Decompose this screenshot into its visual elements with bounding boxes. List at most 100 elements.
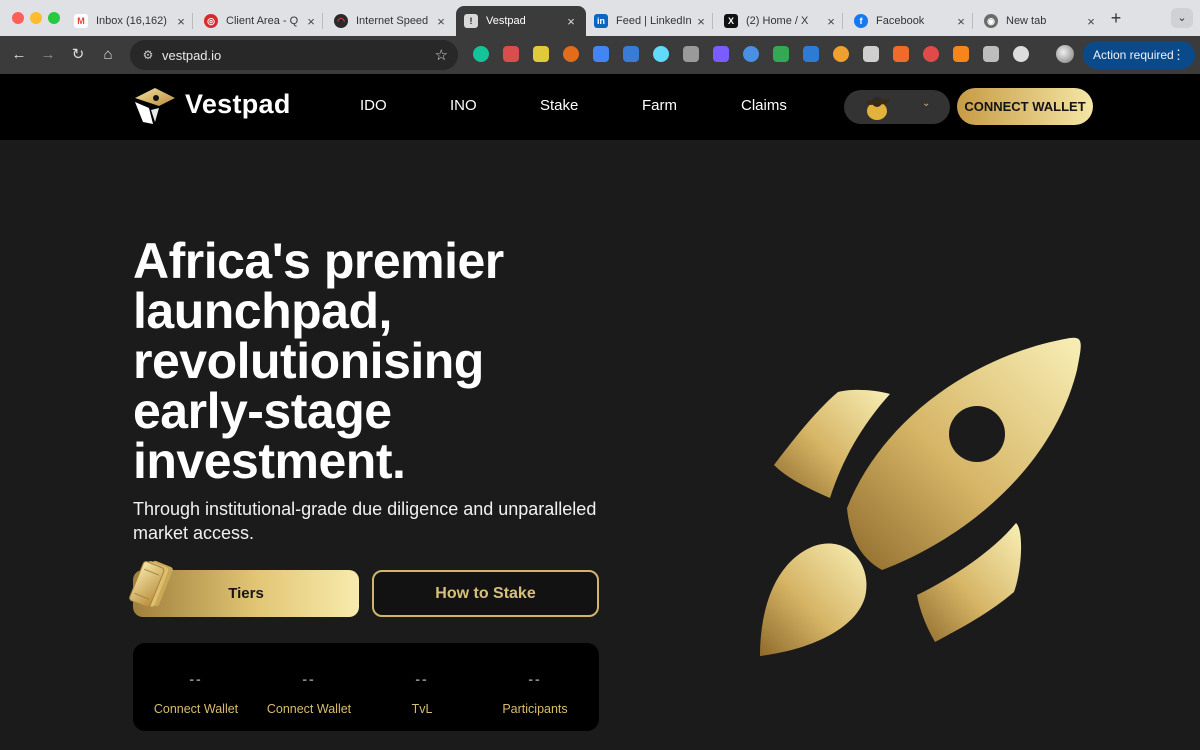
tab-separator — [192, 13, 193, 29]
bug-extension-icon[interactable] — [683, 46, 699, 62]
tab-title: Inbox (16,162) — [96, 15, 167, 27]
stat-label[interactable]: Connect Wallet — [138, 702, 254, 716]
connect-wallet-button[interactable]: CONNECT WALLET — [957, 88, 1093, 125]
forward-arrow-icon[interactable]: → — [37, 44, 59, 66]
person-extension-icon[interactable] — [863, 46, 879, 62]
arrow-extension-icon[interactable] — [893, 46, 909, 62]
nav-ido[interactable]: IDO — [360, 97, 387, 114]
rocket-illustration-icon — [760, 337, 1081, 656]
tab-title: Client Area - Q — [226, 15, 299, 27]
feather-extension-icon[interactable] — [623, 46, 639, 62]
bookmark-star-icon[interactable]: ☆ — [435, 46, 448, 64]
brand-name[interactable]: Vestpad — [185, 89, 291, 120]
x-icon: X — [724, 14, 738, 28]
nav-ino[interactable]: INO — [450, 97, 477, 114]
tab-title: Vestpad — [486, 15, 526, 27]
tab-close-icon[interactable]: × — [954, 14, 968, 29]
hero-title: Africa's premier launchpad, revolutionis… — [133, 236, 653, 486]
metamask-extension-icon[interactable] — [953, 46, 969, 62]
docs-extension-icon[interactable] — [743, 46, 759, 62]
browser-tab-facebook[interactable]: f Facebook × — [846, 6, 976, 36]
tab-title: New tab — [1006, 15, 1047, 27]
action-required-button[interactable]: Action required ⋮ — [1083, 41, 1195, 69]
tab-separator — [972, 13, 973, 29]
back-arrow-icon[interactable]: ← — [8, 44, 30, 66]
tab-search-chevron-icon[interactable]: ⌄ — [1171, 8, 1193, 28]
browser-toolbar: ← → ↻ ⌂ ⚙ vestpad.io ☆ Action required ⋮ — [0, 36, 1200, 74]
window-zoom-button[interactable] — [48, 12, 60, 24]
vestpad-logo-icon[interactable] — [133, 86, 177, 126]
browser-tab-client-area[interactable]: ◎ Client Area - Q × — [196, 6, 326, 36]
stat-label: TvL — [411, 702, 433, 716]
client-area-icon: ◎ — [204, 14, 218, 28]
tab-close-icon[interactable]: × — [564, 14, 578, 29]
browser-tab-speedtest[interactable]: ◠ Internet Speed × — [326, 6, 456, 36]
facebook-icon: f — [854, 14, 868, 28]
brain-extension-icon[interactable] — [713, 46, 729, 62]
browser-tab-new-tab[interactable]: ◉ New tab × — [976, 6, 1106, 36]
puzzle-extension-icon[interactable] — [1013, 46, 1029, 62]
reload-icon[interactable]: ↻ — [67, 44, 89, 66]
hero-title-line: launchpad, — [133, 283, 392, 339]
tab-close-icon[interactable]: × — [304, 14, 318, 29]
hero-title-line: revolutionising — [133, 333, 484, 389]
stat-item: -- Participants — [477, 643, 593, 731]
record-extension-icon[interactable] — [983, 46, 999, 62]
stat-label: Participants — [502, 702, 568, 716]
stat-value: -- — [415, 671, 429, 687]
browser-tab-linkedin[interactable]: in Feed | LinkedIn × — [586, 6, 716, 36]
address-bar[interactable]: ⚙ vestpad.io ☆ — [130, 40, 458, 70]
shield-extension-icon[interactable] — [803, 46, 819, 62]
hero-title-line: investment. — [133, 433, 406, 489]
key-extension-icon[interactable] — [503, 46, 519, 62]
tab-title: Facebook — [876, 15, 925, 27]
home-icon[interactable]: ⌂ — [97, 44, 119, 66]
chevron-down-icon: ⌄ — [922, 98, 931, 109]
browser-tab-strip: M Inbox (16,162) × ◎ Client Area - Q × ◠… — [0, 0, 1200, 36]
site-settings-icon[interactable]: ⚙ — [140, 47, 156, 63]
nav-claims[interactable]: Claims — [741, 97, 787, 114]
network-selector[interactable]: ⌄ — [844, 90, 950, 124]
nav-farm[interactable]: Farm — [642, 97, 677, 114]
tab-close-icon[interactable]: × — [174, 14, 188, 29]
translate-extension-icon[interactable] — [593, 46, 609, 62]
gmail-icon: M — [74, 14, 88, 28]
stat-value: -- — [302, 671, 316, 687]
url-text[interactable]: vestpad.io — [162, 48, 221, 63]
action-required-label: Action required — [1093, 48, 1174, 62]
tier-cards-icon — [129, 560, 173, 608]
stats-panel: -- Connect Wallet -- Connect Wallet -- T… — [133, 643, 599, 731]
vestpad-icon: ! — [464, 14, 478, 28]
nav-stake[interactable]: Stake — [540, 97, 578, 114]
browser-tab-gmail[interactable]: M Inbox (16,162) × — [66, 6, 196, 36]
stat-value: -- — [189, 671, 203, 687]
ring-extension-icon[interactable] — [923, 46, 939, 62]
react-devtools-extension-icon[interactable] — [653, 46, 669, 62]
basketball-extension-icon[interactable] — [563, 46, 579, 62]
eyedropper-extension-icon[interactable] — [533, 46, 549, 62]
profile-avatar[interactable] — [1056, 45, 1074, 63]
browser-tab-x[interactable]: X (2) Home / X × — [716, 6, 846, 36]
more-menu-icon[interactable]: ⋮ — [1172, 41, 1185, 69]
window-close-button[interactable] — [12, 12, 24, 24]
window-minimize-button[interactable] — [30, 12, 42, 24]
speedtest-icon: ◠ — [334, 14, 348, 28]
tab-close-icon[interactable]: × — [1084, 14, 1098, 29]
diamond-extension-icon[interactable] — [773, 46, 789, 62]
network-avatar-icon — [866, 97, 890, 120]
tab-close-icon[interactable]: × — [434, 14, 448, 29]
pen-extension-icon[interactable] — [833, 46, 849, 62]
grammarly-extension-icon[interactable] — [473, 46, 489, 62]
tab-close-icon[interactable]: × — [824, 14, 838, 29]
new-tab-plus-icon[interactable]: + — [1106, 8, 1126, 28]
stat-item: -- Connect Wallet — [251, 643, 367, 731]
tab-separator — [712, 13, 713, 29]
linkedin-icon: in — [594, 14, 608, 28]
tab-separator — [322, 13, 323, 29]
how-to-stake-button[interactable]: How to Stake — [372, 570, 599, 617]
stat-label[interactable]: Connect Wallet — [251, 702, 367, 716]
stat-value: -- — [528, 671, 542, 687]
browser-tab-vestpad[interactable]: ! Vestpad × — [456, 6, 586, 36]
tab-close-icon[interactable]: × — [694, 14, 708, 29]
tab-title: Feed | LinkedIn — [616, 15, 692, 27]
